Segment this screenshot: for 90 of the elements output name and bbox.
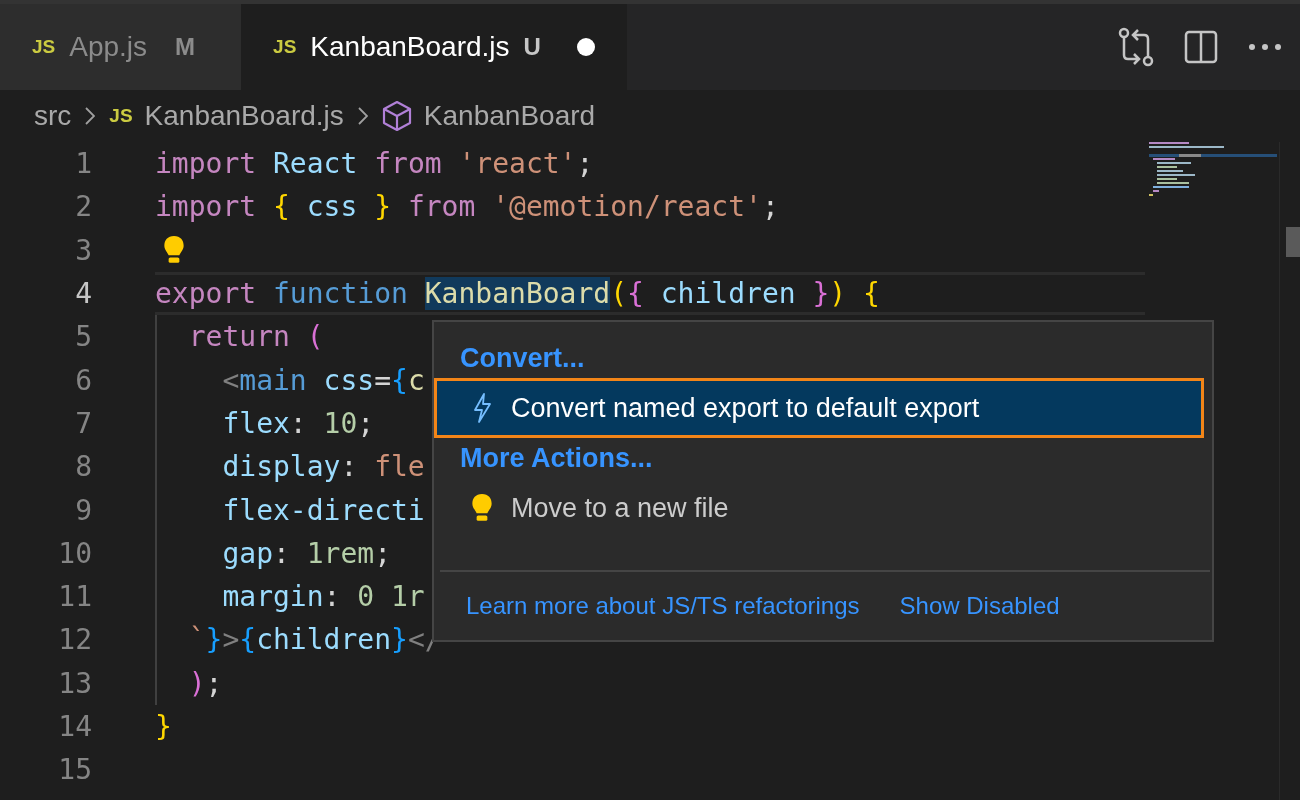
code-token: : (273, 536, 291, 570)
code-token: from (374, 147, 443, 181)
code-token: } (155, 710, 172, 743)
code-token: ; (576, 147, 594, 181)
code-token: } (374, 190, 393, 224)
line-number: 13 (57, 666, 92, 700)
code-token: ) (829, 277, 848, 311)
file-type-icon: JS (109, 105, 133, 127)
code-token: : (340, 450, 359, 484)
line-number: 15 (57, 753, 92, 787)
menu-section-title: Convert... (459, 342, 585, 375)
lightning-icon (471, 393, 493, 423)
code-token: flex-directi (221, 493, 425, 527)
code-token: ; (205, 666, 223, 700)
line-number: 14 (57, 710, 92, 743)
compare-changes-icon[interactable] (1118, 27, 1154, 67)
split-editor-icon[interactable] (1184, 30, 1218, 64)
code-token: display (221, 450, 341, 484)
breadcrumb-item[interactable]: KanbanBoard.js (144, 100, 344, 132)
code-token: } (812, 277, 830, 311)
code-token: main (239, 363, 307, 397)
code-token: ) (187, 666, 206, 700)
code-token: ( (610, 277, 628, 311)
code-token: margin (221, 580, 324, 614)
code-token: ; (357, 406, 375, 440)
chevron-icon (357, 107, 368, 125)
code-token: ; (761, 190, 779, 224)
line-number: 11 (57, 580, 92, 614)
code-token: > (222, 623, 240, 657)
code-token: { (391, 363, 408, 397)
menu-link[interactable]: Learn more about JS/TS refactorings (466, 592, 860, 620)
menu-section-title: More Actions... (459, 442, 653, 475)
code-token: from (407, 190, 477, 224)
code-token: children (659, 277, 797, 311)
code-token: import (155, 147, 258, 181)
lightbulb-icon[interactable] (163, 235, 185, 266)
line-number: 9 (74, 493, 92, 527)
editor-tab[interactable]: JS App.js M (0, 4, 242, 90)
code-token: children (256, 623, 391, 657)
chevron-icon (85, 107, 96, 125)
code-token: : (289, 406, 308, 440)
code-token: 0 1r (357, 580, 425, 614)
line-number: 3 (74, 233, 92, 267)
code-token: { (863, 277, 880, 311)
code-token: flex (221, 406, 290, 440)
code-token: = (374, 363, 392, 397)
code-token: ( (306, 320, 324, 354)
editor-tab[interactable]: JS KanbanBoard.js U (241, 4, 627, 90)
breadcrumb-item[interactable]: KanbanBoard (423, 100, 596, 132)
line-number: 8 (74, 450, 92, 484)
code-token: < (221, 363, 240, 397)
code-token: 1rem (306, 536, 375, 570)
code-token: '@emotion/react' (492, 190, 762, 224)
code-token: import (155, 190, 258, 224)
code-token: fle (374, 450, 425, 484)
code-token: } (391, 623, 408, 657)
breadcrumb-item[interactable]: src (34, 100, 72, 132)
code-token: ; (374, 536, 392, 570)
code-token: c (407, 363, 425, 397)
line-number: 4 (74, 277, 92, 311)
line-number: 7 (74, 406, 92, 440)
lightbulb-icon (471, 493, 493, 523)
line-number: 12 (57, 623, 92, 657)
code-token: css (305, 190, 359, 224)
scrollbar[interactable] (1279, 142, 1300, 800)
more-icon[interactable] (1248, 43, 1282, 51)
menu-item[interactable]: Convert named export to default export (434, 378, 1204, 438)
code-token: gap (221, 536, 273, 570)
cube-icon (381, 100, 412, 132)
code-token: function (273, 277, 409, 311)
line-number: 10 (57, 536, 92, 570)
line-number: 1 (74, 147, 92, 181)
code-token: return (187, 320, 291, 354)
code-token: { (627, 277, 644, 311)
code-token: css (322, 363, 375, 397)
code-token: React (273, 147, 359, 181)
line-number: 5 (74, 320, 92, 354)
menu-link[interactable]: Show Disabled (899, 592, 1060, 620)
line-number: 6 (74, 363, 92, 397)
code-token: : (323, 580, 342, 614)
code-token: ` (187, 623, 206, 657)
code-token: } (205, 623, 223, 657)
code-token: export (155, 277, 258, 311)
code-token: { (273, 190, 290, 224)
code-token: { (239, 623, 257, 657)
code-token: 10 (323, 406, 358, 440)
line-number: 2 (74, 190, 92, 224)
code-token: 'react' (458, 147, 577, 181)
menu-item[interactable]: Move to a new file (434, 478, 1204, 538)
code-token: KanbanBoard (424, 277, 611, 311)
